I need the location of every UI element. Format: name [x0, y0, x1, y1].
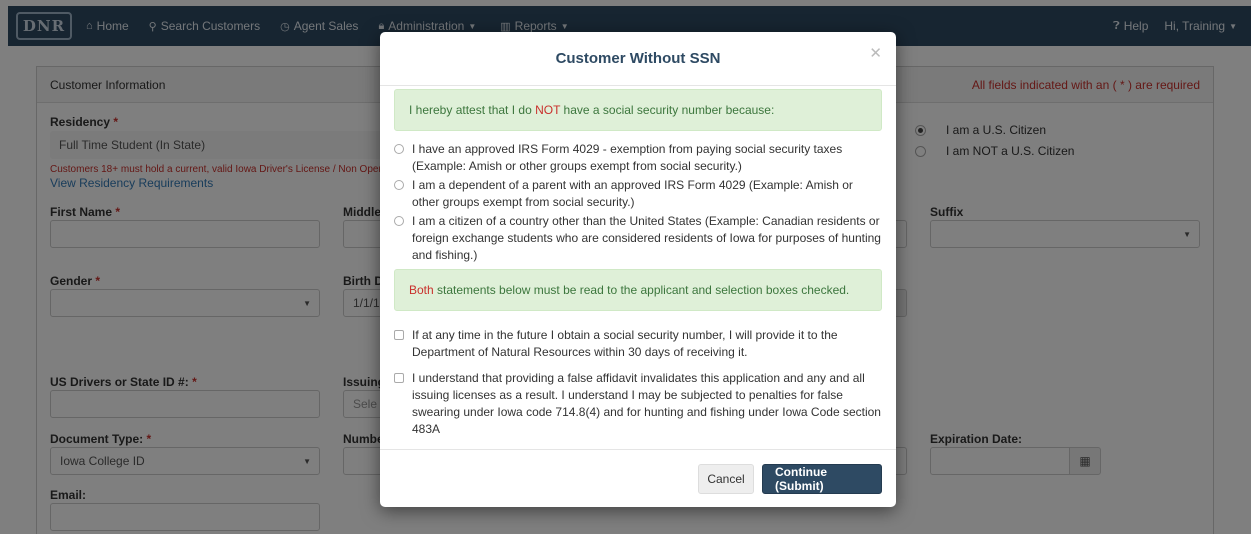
- reason-option-foreign-citizen[interactable]: I am a citizen of a country other than t…: [394, 213, 882, 264]
- attest-alert: I hereby attest that I do NOT have a soc…: [394, 89, 882, 131]
- statement-checkbox-2[interactable]: [394, 373, 404, 383]
- reason-option-2-text: I am a dependent of a parent with an app…: [412, 178, 853, 209]
- statement-1-text: If at any time in the future I obtain a …: [412, 328, 838, 359]
- statement-future-ssn[interactable]: If at any time in the future I obtain a …: [394, 327, 882, 361]
- both-word: Both: [409, 283, 434, 297]
- statement-false-affidavit[interactable]: I understand that providing a false affi…: [394, 370, 882, 438]
- continue-submit-button[interactable]: Continue (Submit): [762, 463, 882, 494]
- reason-radio-3[interactable]: [394, 216, 404, 226]
- both-text: Both statements below must be read to th…: [409, 283, 849, 297]
- reason-option-dependent[interactable]: I am a dependent of a parent with an app…: [394, 177, 882, 211]
- attest-not: NOT: [535, 103, 561, 117]
- cancel-button[interactable]: Cancel: [698, 463, 754, 494]
- attest-text: I hereby attest that I do NOT have a soc…: [409, 103, 774, 117]
- modal-header: Customer Without SSN ✕: [380, 32, 896, 86]
- modal-footer: Cancel Continue (Submit): [380, 449, 896, 507]
- attest-prefix: I hereby attest that I do: [409, 103, 536, 117]
- reason-option-irs-form[interactable]: I have an approved IRS Form 4029 - exemp…: [394, 141, 882, 175]
- both-rest: statements below must be read to the app…: [433, 283, 850, 297]
- statement-checkbox-1[interactable]: [394, 330, 404, 340]
- statement-2-text: I understand that providing a false affi…: [412, 371, 881, 436]
- reason-option-3-text: I am a citizen of a country other than t…: [412, 214, 881, 262]
- reason-radio-1[interactable]: [394, 144, 404, 154]
- close-icon[interactable]: ✕: [869, 44, 882, 62]
- customer-without-ssn-modal: Customer Without SSN ✕ I hereby attest t…: [380, 32, 896, 507]
- modal-title: Customer Without SSN: [555, 50, 721, 67]
- reason-radio-2[interactable]: [394, 180, 404, 190]
- both-statements-alert: Both statements below must be read to th…: [394, 269, 882, 311]
- reason-option-1-text: I have an approved IRS Form 4029 - exemp…: [412, 142, 843, 173]
- modal-body: I hereby attest that I do NOT have a soc…: [380, 89, 896, 438]
- attest-suffix: have a social security number because:: [560, 103, 775, 117]
